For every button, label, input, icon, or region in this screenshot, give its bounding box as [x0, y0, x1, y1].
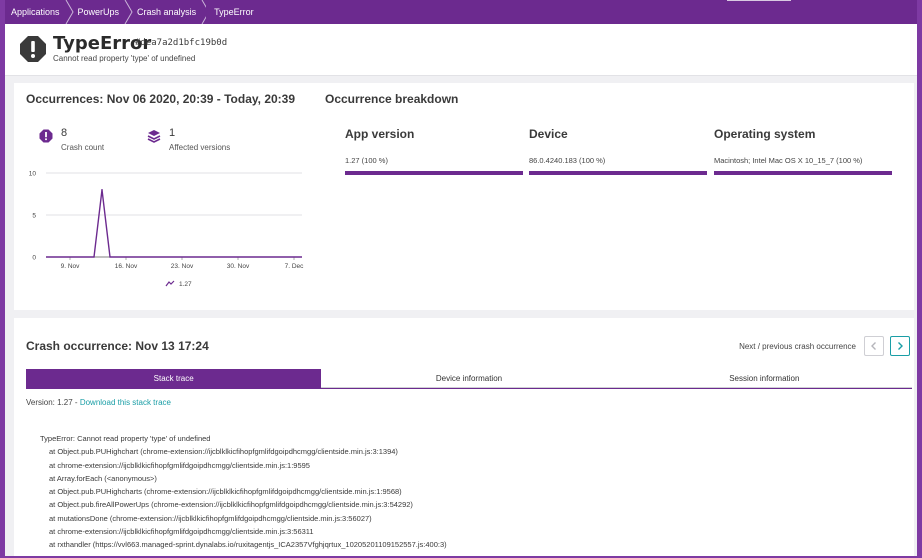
chart-x-tick-label: 9. Nov — [61, 263, 81, 270]
version-line: Version: 1.27 - Download this stack trac… — [26, 398, 171, 407]
chart-legend-trend-icon — [165, 280, 175, 287]
chart-legend-label: 1.27 — [179, 281, 192, 288]
breadcrumb-typeerror: TypeError — [206, 0, 264, 24]
chart-y-tick-label: 10 — [29, 171, 37, 178]
breadcrumb-crash-analysis[interactable]: Crash analysis — [129, 0, 210, 24]
breakdown-heading: Device — [529, 127, 568, 141]
download-stack-trace-link[interactable]: Download this stack trace — [80, 398, 171, 407]
breakdown-heading: Operating system — [714, 127, 816, 141]
breakdown-bar — [714, 171, 892, 175]
breakdown-heading: App version — [345, 127, 415, 141]
breakdown-operating-system: Operating system Macintosh; Intel Mac OS… — [714, 127, 892, 175]
page-header: TypeError #dea7a2d1bfc19b0d Cannot read … — [5, 24, 917, 76]
error-message: Cannot read property 'type' of undefined — [53, 54, 196, 63]
occurrences-panel: Occurrences: Nov 06 2020, 20:39 - Today,… — [14, 83, 914, 310]
next-crash-button[interactable] — [890, 336, 910, 356]
breadcrumb-label: Applications — [11, 7, 60, 17]
breadcrumb-powerups[interactable]: PowerUps — [70, 0, 133, 24]
crash-tabs: Stack trace Device information Session i… — [26, 369, 912, 389]
crash-count-value: 8 — [61, 127, 68, 139]
breadcrumb-applications[interactable]: Applications — [5, 0, 74, 24]
breakdown-app-version: App version 1.27 (100 %) — [345, 127, 523, 175]
breakdown-value: Macintosh; Intel Mac OS X 10_15_7 (100 %… — [714, 156, 863, 165]
chart-x-tick-label: 23. Nov — [171, 263, 194, 270]
breadcrumb-label: TypeError — [214, 7, 254, 17]
app-window: Applications PowerUps Crash analysis Typ… — [3, 0, 919, 556]
occurrences-title: Occurrences: Nov 06 2020, 20:39 - Today,… — [26, 92, 296, 106]
breakdown-value: 1.27 (100 %) — [345, 156, 388, 165]
chart-y-tick-label: 5 — [32, 213, 36, 220]
chart-y-tick-label: 0 — [32, 255, 36, 262]
chart-svg: 0 5 10 9. Nov 16. Nov 23. Nov 30. Nov 7. Dec 1.2… — [29, 171, 305, 289]
affected-versions-label: Affected versions — [169, 143, 231, 152]
stack-trace-line: TypeError: Cannot read property 'type' o… — [40, 434, 211, 443]
crash-alert-icon — [39, 129, 53, 143]
stack-trace-line: at chrome-extension://ijcblklkicfihopfgm… — [49, 460, 310, 470]
chart-data-point — [101, 189, 103, 191]
chart-x-tick-label: 7. Dec — [285, 263, 305, 270]
breadcrumb-label: Crash analysis — [137, 7, 197, 17]
stack-trace-line: at Object.pub.PUHighcharts (chrome-exten… — [49, 487, 402, 497]
stack-trace-line: at Object.pub.PUHighchart (chrome-extens… — [49, 447, 398, 457]
chevron-right-icon — [898, 342, 903, 350]
breakdown-bar — [529, 171, 707, 175]
layers-stack-icon — [147, 129, 161, 143]
stack-trace-line: at chrome-extension://ijcblklkicfihopfgm… — [49, 527, 314, 537]
breakdown-device: Device 86.0.4240.183 (100 %) — [529, 127, 707, 175]
crash-occurrence-panel: Crash occurrence: Nov 13 17:24 Next / pr… — [14, 318, 914, 556]
chevron-left-icon — [871, 342, 876, 350]
crash-nav-label: Next / previous crash occurrence — [739, 342, 856, 351]
tab-session-information[interactable]: Session information — [616, 369, 912, 388]
stack-trace-line: at rxthandler (https://vvl663.managed-sp… — [49, 540, 447, 550]
chart-x-tick-label: 30. Nov — [227, 263, 250, 270]
stack-trace-line: at Array.forEach (<anonymous>) — [49, 473, 157, 483]
version-label: Version: 1.27 - — [26, 398, 80, 407]
exclamation-octagon-icon — [19, 35, 47, 63]
stack-trace: TypeError: Cannot read property 'type' o… — [40, 432, 447, 552]
header-divider — [727, 0, 791, 1]
affected-versions-value: 1 — [169, 127, 176, 139]
chart-x-tick-label: 16. Nov — [115, 263, 138, 270]
previous-crash-button[interactable] — [864, 336, 884, 356]
crash-occurrence-chart: 0 5 10 9. Nov 16. Nov 23. Nov 30. Nov 7. Dec 1.2… — [29, 165, 310, 295]
tab-stack-trace[interactable]: Stack trace — [26, 369, 322, 388]
breadcrumb-label: PowerUps — [77, 7, 120, 17]
stack-trace-line: at mutationsDone (chrome-extension://ijc… — [49, 513, 372, 523]
breakdown-value: 86.0.4240.183 (100 %) — [529, 156, 606, 165]
chart-series-line — [46, 189, 302, 258]
crash-occurrence-title: Crash occurrence: Nov 13 17:24 — [26, 339, 209, 353]
crash-count-label: Crash count — [61, 143, 105, 152]
breadcrumb: Applications PowerUps Crash analysis Typ… — [5, 0, 917, 24]
error-hash: #dea7a2d1bfc19b0d — [135, 38, 228, 48]
breakdown-title: Occurrence breakdown — [325, 92, 459, 106]
tab-device-information[interactable]: Device information — [321, 369, 617, 388]
breakdown-bar — [345, 171, 523, 175]
stack-trace-line: at Object.pub.fireAllPowerUps (chrome-ex… — [49, 500, 413, 510]
